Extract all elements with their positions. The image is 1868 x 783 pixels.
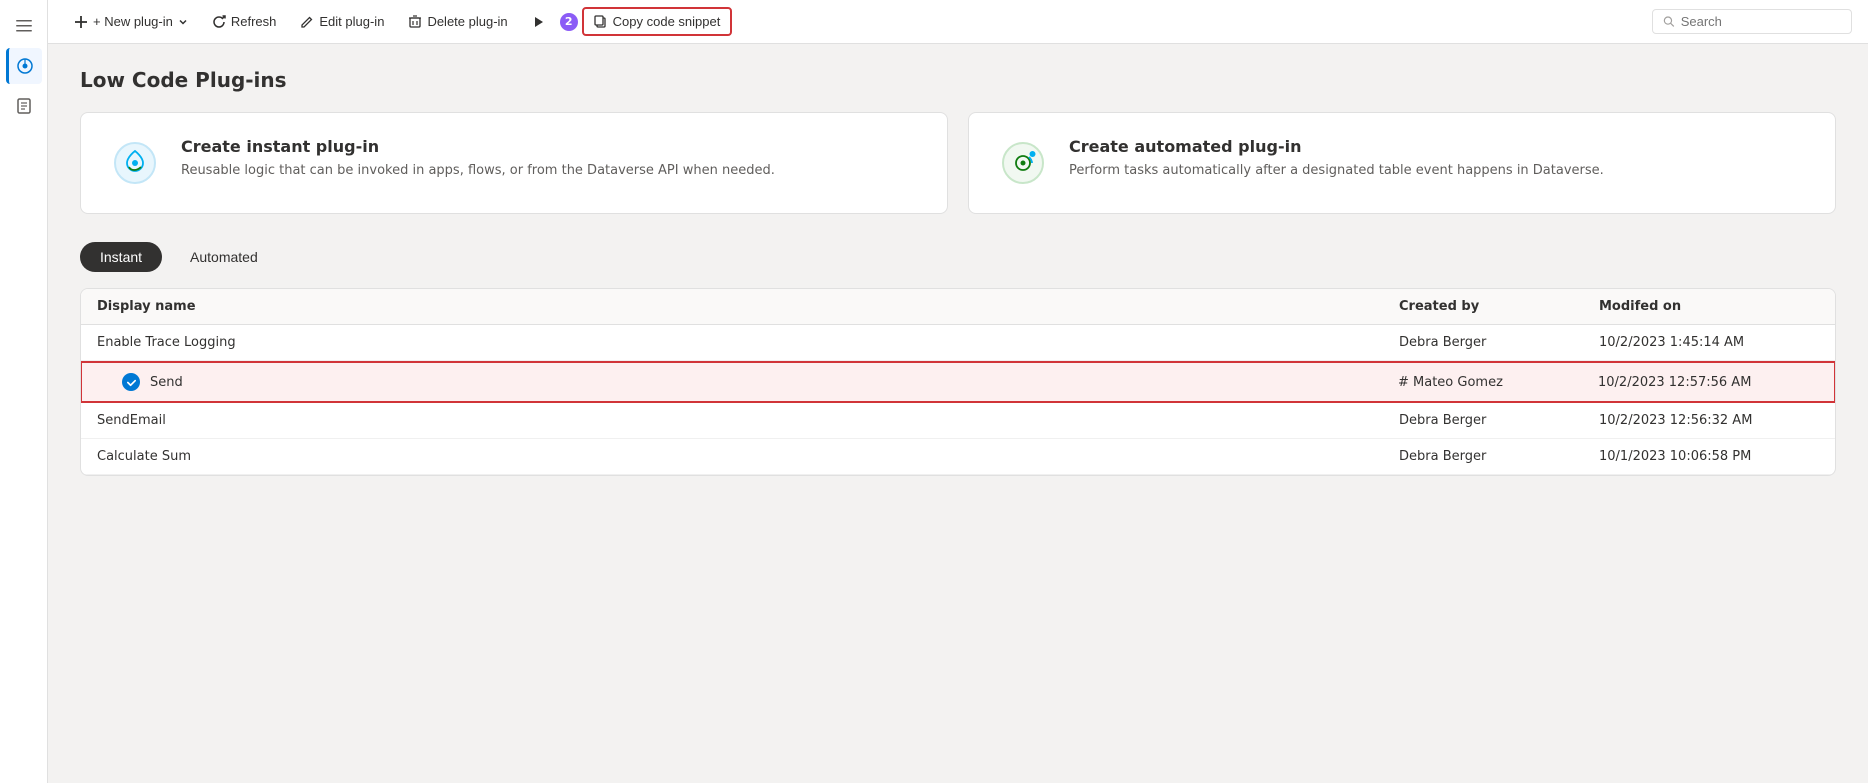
page-content: Low Code Plug-ins Create instant plug-in… [48,44,1868,783]
instant-card-desc: Reusable logic that can be invoked in ap… [181,162,775,180]
search-box[interactable] [1652,9,1852,34]
search-icon [1663,15,1675,28]
row3-created-by: Debra Berger [1399,413,1599,428]
menu-icon[interactable] [6,8,42,44]
row1-name: Enable Trace Logging [97,335,1399,350]
row4-modified-on: 10/1/2023 10:06:58 PM [1599,449,1819,464]
row2-modified-on: 10/2/2023 12:57:56 AM [1598,375,1818,390]
tabs-row: Instant Automated [80,242,1836,272]
table-row[interactable]: 1 Send # Mateo Gomez 10/2/2023 12:57:56 … [80,361,1836,403]
copy-icon [594,15,608,29]
refresh-label: Refresh [231,14,277,29]
edit-icon [300,15,314,29]
run-button[interactable] [522,10,556,34]
edit-label: Edit plug-in [319,14,384,29]
row2-name-cell: Send [122,373,1398,391]
automated-plugin-icon [997,137,1049,189]
row3-modified-on: 10/2/2023 12:56:32 AM [1599,413,1819,428]
table-header: Display name Created by Modifed on [81,289,1835,325]
automated-card-desc: Perform tasks automatically after a desi… [1069,162,1604,180]
copy-snippet-label: Copy code snippet [613,14,721,29]
new-plugin-label: + New plug-in [93,14,173,29]
instant-card-title: Create instant plug-in [181,137,775,156]
table-row[interactable]: Enable Trace Logging Debra Berger 10/2/2… [81,325,1835,361]
row1-created-by: Debra Berger [1399,335,1599,350]
row1-modified-on: 10/2/2023 1:45:14 AM [1599,335,1819,350]
delete-label: Delete plug-in [427,14,507,29]
row2-name: Send [150,375,183,390]
tab-automated[interactable]: Automated [170,242,278,272]
col-created-by: Created by [1399,299,1599,314]
sidebar-item-network[interactable] [6,48,42,84]
chevron-down-icon [178,17,188,27]
instant-card-text: Create instant plug-in Reusable logic th… [181,137,775,180]
run-icon [532,15,546,29]
create-automated-card[interactable]: Create automated plug-in Perform tasks a… [968,112,1836,214]
col-modified-on: Modifed on [1599,299,1819,314]
sidebar-item-book[interactable] [6,88,42,124]
edit-plugin-button[interactable]: Edit plug-in [290,9,394,34]
row4-created-by: Debra Berger [1399,449,1599,464]
table-row[interactable]: SendEmail Debra Berger 10/2/2023 12:56:3… [81,403,1835,439]
automated-card-text: Create automated plug-in Perform tasks a… [1069,137,1604,180]
row4-name: Calculate Sum [97,449,1399,464]
toolbar: + New plug-in Refresh Edit plug-in [48,0,1868,44]
instant-plugin-icon [109,137,161,189]
delete-icon [408,15,422,29]
check-icon [122,373,140,391]
row3-name: SendEmail [97,413,1399,428]
main-area: + New plug-in Refresh Edit plug-in [48,0,1868,783]
cards-row: Create instant plug-in Reusable logic th… [80,112,1836,214]
refresh-button[interactable]: Refresh [202,9,287,34]
create-instant-card[interactable]: Create instant plug-in Reusable logic th… [80,112,948,214]
refresh-icon [212,15,226,29]
new-plugin-button[interactable]: + New plug-in [64,9,198,34]
tab-instant[interactable]: Instant [80,242,162,272]
col-display-name: Display name [97,299,1399,314]
search-input[interactable] [1681,14,1841,29]
copy-snippet-button[interactable]: Copy code snippet [582,7,733,36]
copy-snippet-badge: 2 [560,13,578,31]
sidebar [0,0,48,783]
automated-card-title: Create automated plug-in [1069,137,1604,156]
page-title: Low Code Plug-ins [80,68,1836,92]
row2-created-by: # Mateo Gomez [1398,375,1598,390]
plus-icon [74,15,88,29]
plugins-table: Display name Created by Modifed on Enabl… [80,288,1836,476]
delete-plugin-button[interactable]: Delete plug-in [398,9,517,34]
table-row[interactable]: Calculate Sum Debra Berger 10/1/2023 10:… [81,439,1835,475]
